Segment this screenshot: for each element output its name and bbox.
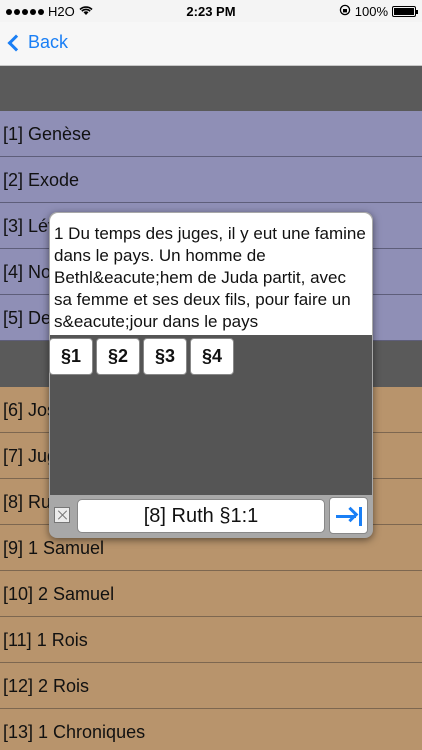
go-button[interactable] [329,497,368,534]
book-row[interactable]: [13] 1 Chroniques [0,709,422,750]
book-row[interactable]: [12] 2 Rois [0,663,422,709]
verse-button-4[interactable]: §4 [190,338,234,375]
back-button[interactable]: Back [7,32,69,53]
reference-field[interactable]: [8] Ruth §1:1 [77,499,325,533]
book-label: [9] 1 Samuel [3,538,105,558]
book-label: [13] 1 Chroniques [3,722,146,742]
book-label: [1] Genèse [3,124,92,144]
verse-button-grid: §1 §2 §3 §4 [49,335,372,495]
back-label: Back [28,32,69,52]
book-label: [12] 2 Rois [3,676,90,696]
verse-text: 1 Du temps des juges, il y eut une famin… [50,213,372,335]
rotation-lock-icon [339,4,351,19]
popup-footer: [8] Ruth §1:1 [50,495,372,537]
verse-button-3[interactable]: §3 [143,338,187,375]
battery-group: 100% [339,4,418,19]
book-row[interactable]: [10] 2 Samuel [0,571,422,617]
book-row[interactable]: [1] Genèse [0,111,422,157]
navigation-bar: Back [0,22,422,66]
verse-button-1[interactable]: §1 [49,338,93,375]
book-label: [2] Exode [3,170,80,190]
book-label: [10] 2 Samuel [3,584,115,604]
status-bar: H2O 2:23 PM 100% [0,0,422,22]
verse-preview-popup: 1 Du temps des juges, il y eut une famin… [49,212,373,538]
book-row[interactable]: [11] 1 Rois [0,617,422,663]
section-header-1 [0,66,422,111]
battery-icon [392,6,418,17]
chevron-left-icon [7,34,25,52]
clear-icon[interactable] [54,507,70,523]
verse-button-2[interactable]: §2 [96,338,140,375]
battery-percent: 100% [354,4,388,19]
book-row[interactable]: [2] Exode [0,157,422,203]
book-label: [11] 1 Rois [3,630,88,650]
